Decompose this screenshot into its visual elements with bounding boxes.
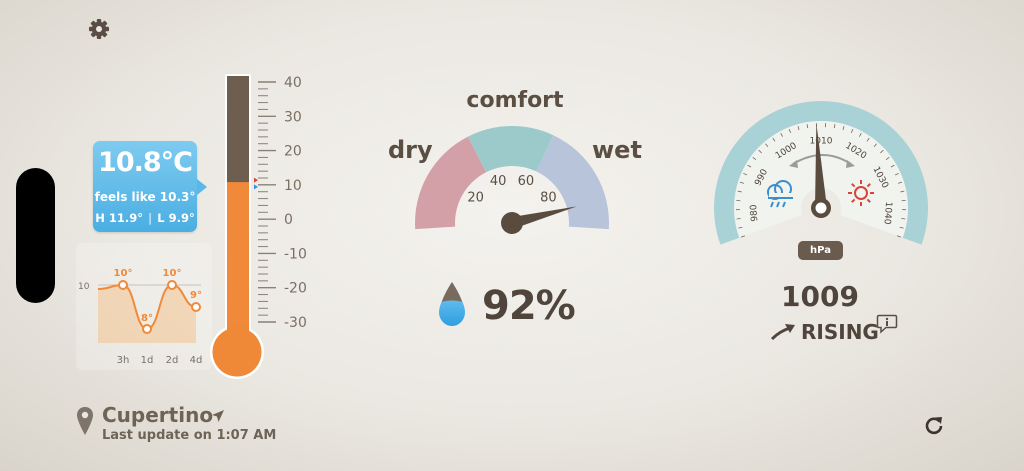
- forecast-point: [118, 280, 128, 290]
- forecast-x-label: 1d: [141, 355, 154, 366]
- city-name[interactable]: Cupertino: [102, 403, 213, 427]
- temperature-card: 10.8°C feels like 10.3° H 11.9° | L 9.9°: [93, 141, 207, 232]
- forecast-point: [191, 302, 201, 312]
- trend-label: RISING: [801, 320, 879, 344]
- needle-hub: [501, 212, 523, 234]
- comfort-tick-label: 60: [518, 174, 535, 189]
- info-button[interactable]: [876, 314, 898, 334]
- comfort-tick-label: 80: [540, 191, 557, 206]
- forecast-point-label: 8°: [141, 313, 153, 324]
- refresh-icon: [925, 417, 943, 435]
- low-temperature: L 9.9°: [157, 211, 195, 225]
- thermometer-scale-label: -30: [284, 315, 307, 331]
- forecast-point: [142, 324, 152, 334]
- comfort-title: comfort: [466, 88, 564, 113]
- forecast-point-label: 10°: [163, 268, 182, 279]
- high-low-temperature: H 11.9° | L 9.9°: [93, 211, 197, 225]
- location-pin-icon: [77, 407, 93, 435]
- water-drop-icon: [436, 280, 468, 330]
- forecast-point: [167, 280, 177, 290]
- refresh-button[interactable]: [922, 414, 946, 438]
- humidity-value: 92%: [482, 283, 576, 329]
- high-temperature: H 11.9°: [95, 211, 144, 225]
- reference-label: 10: [78, 282, 90, 292]
- thermometer-scale-label: 10: [284, 178, 302, 194]
- settings-button[interactable]: [86, 16, 112, 42]
- side-panel-handle[interactable]: [16, 168, 55, 303]
- barometer-tick: [736, 218, 741, 220]
- current-temperature: 10.8°C: [98, 147, 193, 178]
- forecast-point-label: 10°: [114, 268, 133, 279]
- info-bubble-icon: [876, 314, 898, 334]
- comfort-tick-label: 40: [490, 174, 507, 189]
- thermometer: 40 30 20 10 0 -10 -20 -30: [200, 70, 320, 390]
- thermometer-scale-label: 0: [284, 212, 293, 228]
- barometer-tick-label: 1010: [810, 137, 833, 147]
- gear-icon: [89, 19, 109, 39]
- forecast-plot: 10 10°8°10°9° 3h 1d 2d 4d: [78, 268, 202, 366]
- pressure-value: 1009: [781, 280, 859, 313]
- forecast-chart: 10 10° 8° 10° 9° 3h 1d 2d 4d: [76, 243, 212, 370]
- location-arrow-icon: [212, 410, 224, 422]
- thermometer-scale-label: 40: [284, 75, 302, 91]
- last-update-text: Last update on 1:07 AM: [102, 428, 277, 443]
- thermometer-scale-label: -10: [284, 246, 307, 262]
- comfort-tick-label: 20: [467, 191, 484, 206]
- barometer-tick-label: 980: [749, 204, 760, 222]
- pressure-unit-badge: hPa: [798, 241, 843, 260]
- divider: |: [148, 211, 153, 225]
- thermometer-scale-label: -20: [284, 281, 307, 297]
- comfort-gauge: 20 40 60 80: [405, 120, 625, 250]
- thermometer-scale: [258, 81, 276, 323]
- thermometer-scale-label: 30: [284, 109, 302, 125]
- forecast-x-label: 3h: [117, 355, 130, 366]
- forecast-x-label: 2d: [166, 355, 179, 366]
- barometer-tick-label: 1040: [881, 201, 893, 225]
- high-marker-icon: [254, 177, 258, 183]
- thermometer-mercury: [227, 182, 249, 336]
- feels-like-temperature: feels like 10.3°: [94, 190, 196, 204]
- barometer-gauge: 980 990 1000 1010 1020 1030 1040: [705, 100, 940, 260]
- low-marker-icon: [254, 184, 258, 190]
- barometer-tick: [901, 218, 906, 220]
- thermometer-scale-label: 20: [284, 144, 302, 160]
- rising-arrow-icon: [770, 324, 795, 341]
